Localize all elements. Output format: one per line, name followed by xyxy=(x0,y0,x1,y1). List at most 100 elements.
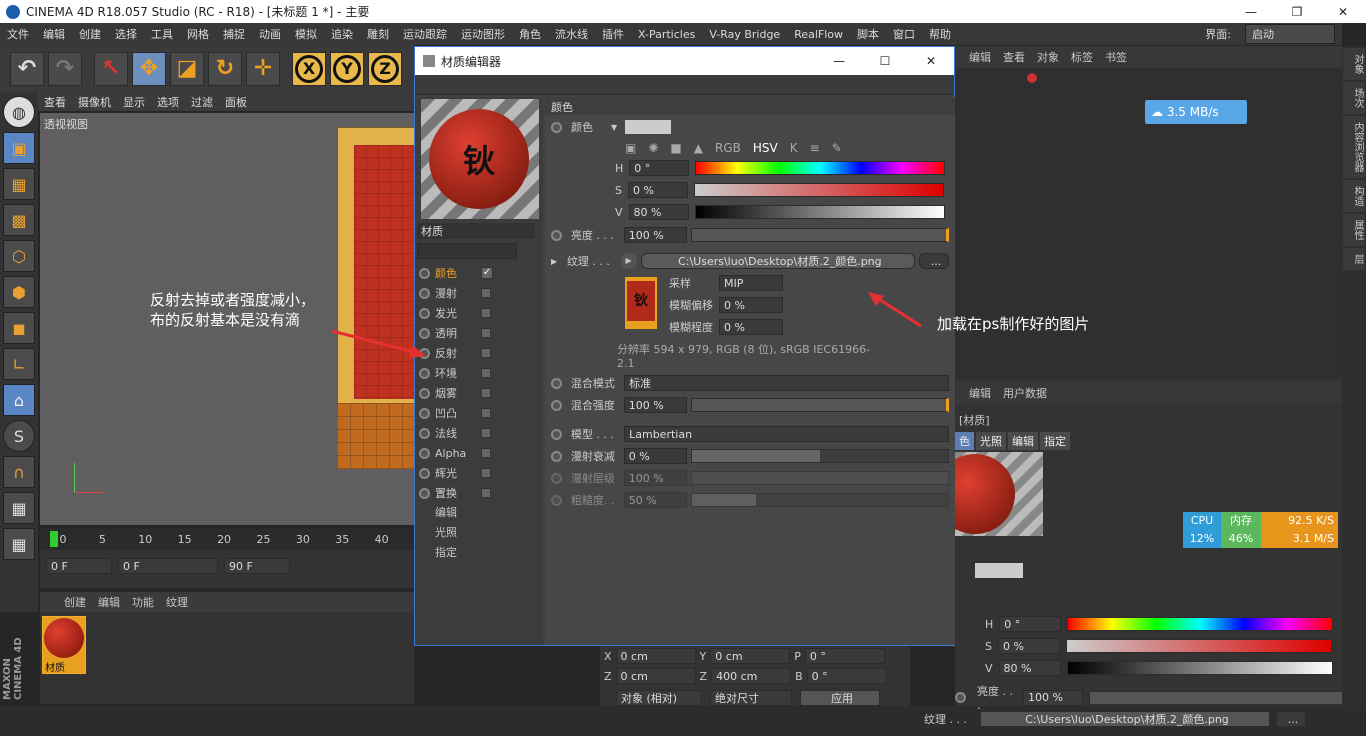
move-tool-button[interactable]: ✥ xyxy=(132,51,166,86)
coord-mode-select[interactable]: 对象 (相对) xyxy=(616,690,702,706)
texture-path-field[interactable]: C:\Users\luo\Desktop\材质.2_颜色.png xyxy=(640,253,916,269)
attr-color-swatch[interactable] xyxy=(975,563,1023,578)
channel-checkbox[interactable] xyxy=(481,388,491,398)
saturation-field[interactable]: 0 % xyxy=(627,182,688,198)
attr-v-slider[interactable] xyxy=(1066,661,1333,675)
coord-b-field[interactable]: 0 ° xyxy=(806,668,887,684)
channel-checkbox[interactable] xyxy=(481,308,491,318)
redo-button[interactable]: ↷ xyxy=(48,51,82,86)
channel-row[interactable]: 透明 xyxy=(415,323,543,343)
dialog-maximize-button[interactable]: ☐ xyxy=(862,54,908,68)
viewport-menu-item[interactable]: 查看 xyxy=(44,94,66,110)
channel-radio[interactable] xyxy=(419,407,430,419)
picker-wheel-icon[interactable]: ✺ xyxy=(648,141,658,155)
mix-mode-select[interactable]: 标准 xyxy=(624,375,949,391)
menu-item[interactable]: V-Ray Bridge xyxy=(709,28,780,41)
channel-row[interactable]: 烟雾 xyxy=(415,383,543,403)
channel-row[interactable]: 凹凸 xyxy=(415,403,543,423)
matmgr-menu-item[interactable]: 编辑 xyxy=(98,594,120,610)
right-tab[interactable]: 层 xyxy=(1343,248,1365,270)
channel-label[interactable]: 发光 xyxy=(435,305,481,321)
channel-row[interactable]: 辉光 xyxy=(415,463,543,483)
channel-label[interactable]: 颜色 xyxy=(435,265,481,281)
attr-menu-item[interactable]: 编辑 xyxy=(969,385,991,401)
material-search-field[interactable] xyxy=(417,243,517,259)
right-tab[interactable]: 内容浏览器 xyxy=(1343,116,1365,178)
attr-brightness-slider[interactable] xyxy=(1089,690,1366,705)
model-mode-icon[interactable]: ▣ xyxy=(3,132,35,164)
diffuse-falloff-slider[interactable] xyxy=(690,449,949,463)
menu-item[interactable]: 追染 xyxy=(331,26,353,42)
axis-icon[interactable]: ∟ xyxy=(3,348,35,380)
texture-more-button[interactable]: ... xyxy=(919,253,949,269)
viewport-menu-item[interactable]: 摄像机 xyxy=(78,94,111,110)
menu-item[interactable]: 运动图形 xyxy=(461,26,505,42)
objmgr-menu-item[interactable]: 书签 xyxy=(1105,49,1127,65)
channel-radio[interactable] xyxy=(419,447,430,459)
picker-rgb-icon[interactable]: RGB xyxy=(715,141,741,155)
channel-checkbox[interactable] xyxy=(481,328,491,338)
menu-item[interactable]: X-Particles xyxy=(638,28,695,41)
workplane-icon[interactable]: ▩ xyxy=(3,204,35,236)
brightness-radio[interactable] xyxy=(551,229,562,241)
viewport-menu-item[interactable]: 过滤 xyxy=(191,94,213,110)
channel-row[interactable]: 置换 xyxy=(415,483,543,503)
channel-label[interactable]: 漫射 xyxy=(435,285,481,301)
brightness-slider[interactable] xyxy=(690,228,949,242)
snap-icon[interactable]: S xyxy=(3,420,35,452)
menu-item[interactable]: 模拟 xyxy=(295,26,317,42)
timeline[interactable]: 0 5 10 15 20 25 30 35 40 0 F 0 F 90 F xyxy=(40,528,414,588)
material-thumb[interactable]: 材质 xyxy=(42,616,86,674)
channel-row[interactable]: 发光 xyxy=(415,303,543,323)
mix-strength-field[interactable]: 100 % xyxy=(623,397,687,413)
matmgr-menu-item[interactable]: 纹理 xyxy=(166,594,188,610)
channel-label[interactable]: 辉光 xyxy=(435,465,481,481)
channel-label[interactable]: 烟雾 xyxy=(435,385,481,401)
menu-item[interactable]: 文件 xyxy=(7,26,29,42)
channel-checkbox[interactable] xyxy=(481,288,491,298)
attr-h-slider[interactable] xyxy=(1067,617,1334,631)
mix-strength-slider[interactable] xyxy=(690,398,949,412)
menu-item[interactable]: 动画 xyxy=(259,26,281,42)
attr-v-field[interactable]: 80 % xyxy=(998,660,1061,676)
minimize-button[interactable]: — xyxy=(1228,5,1274,19)
attr-s-field[interactable]: 0 % xyxy=(997,638,1060,654)
objmgr-menu-item[interactable]: 编辑 xyxy=(969,49,991,65)
channel-radio[interactable] xyxy=(419,487,430,499)
coord-size-select[interactable]: 绝对尺寸 xyxy=(710,690,792,706)
menu-item[interactable]: 创建 xyxy=(79,26,101,42)
attr-tab[interactable]: 编辑 xyxy=(1008,432,1038,450)
grid-icon[interactable]: ▦ xyxy=(3,528,35,560)
edges-mode-icon[interactable]: ⬢ xyxy=(3,276,35,308)
texture-arrow-button[interactable]: ▶ xyxy=(620,253,637,269)
channel-checkbox[interactable] xyxy=(481,368,491,378)
menu-item[interactable]: 窗口 xyxy=(893,26,915,42)
lock-workplane-icon[interactable]: ▦ xyxy=(3,492,35,524)
x-axis-button[interactable]: X xyxy=(292,51,326,86)
menu-item[interactable]: 角色 xyxy=(519,26,541,42)
right-tab[interactable]: 属性 xyxy=(1343,214,1365,246)
color-swatch[interactable] xyxy=(625,120,672,134)
texture-mode-icon[interactable]: ▦ xyxy=(3,168,35,200)
channel-radio[interactable] xyxy=(419,427,430,439)
channel-checkbox[interactable] xyxy=(481,468,491,478)
brightness-field[interactable]: 100 % xyxy=(623,227,687,243)
globe-render-icon[interactable]: ◍ xyxy=(3,96,35,128)
attr-brightness-radio[interactable] xyxy=(955,692,966,703)
channel-radio[interactable] xyxy=(419,307,430,319)
channel-checkbox[interactable] xyxy=(481,448,491,458)
color-radio[interactable] xyxy=(551,121,562,133)
sampling-select[interactable]: MIP xyxy=(719,275,783,291)
diffuse-falloff-field[interactable]: 0 % xyxy=(623,448,687,464)
picker-hsv-icon[interactable]: HSV xyxy=(753,141,778,155)
dialog-minimize-button[interactable]: — xyxy=(816,54,862,68)
texture-expand-icon[interactable]: ▶ xyxy=(551,257,563,266)
scale-tool-button[interactable]: ◪ xyxy=(170,51,204,86)
model-select[interactable]: Lambertian xyxy=(624,426,949,442)
channel-checkbox[interactable] xyxy=(481,428,491,438)
channel-label[interactable]: 环境 xyxy=(435,365,481,381)
value-field[interactable]: 80 % xyxy=(628,204,689,220)
current-frame-field[interactable]: 0 F xyxy=(46,558,112,574)
interface-select[interactable]: 启动 xyxy=(1245,24,1335,44)
eyedropper-icon[interactable]: ✎ xyxy=(832,141,842,155)
